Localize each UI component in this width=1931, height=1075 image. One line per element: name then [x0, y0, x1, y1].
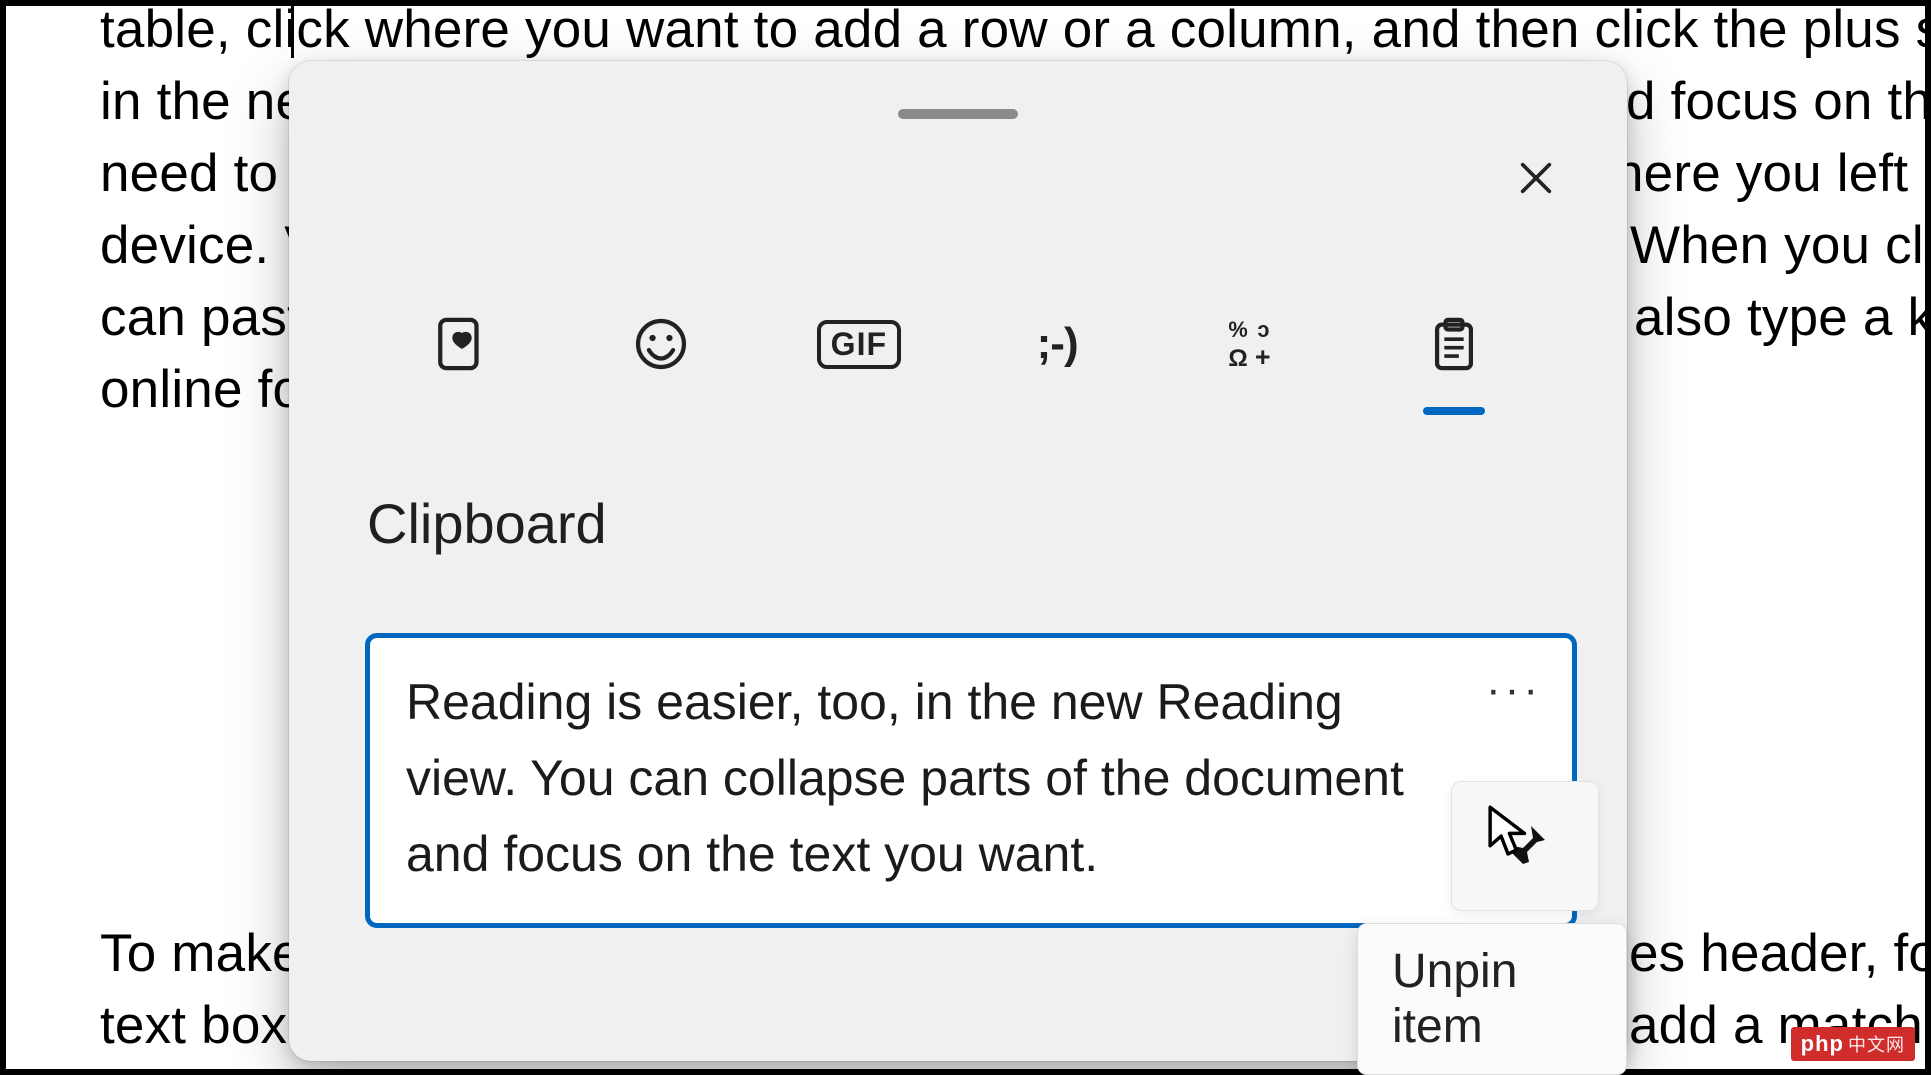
watermark-brand: php: [1801, 1031, 1844, 1057]
tab-clipboard[interactable]: [1379, 299, 1529, 389]
symbols-icon: % ᴐ Ω +: [1226, 315, 1284, 373]
heart-card-icon: [433, 315, 491, 373]
watermark-suffix: 中文网: [1848, 1031, 1905, 1057]
unpin-tooltip: Unpin item: [1357, 923, 1627, 1075]
doc-line-6-left: online fo: [100, 354, 302, 426]
drag-handle[interactable]: [898, 109, 1018, 119]
svg-text:%: %: [1229, 317, 1248, 342]
doc-line-5-left: can past: [100, 282, 302, 354]
doc-line-8-left: text box: [100, 990, 287, 1062]
close-button[interactable]: [1497, 139, 1575, 217]
tab-recent[interactable]: [387, 299, 537, 389]
pin-icon: [1501, 822, 1549, 870]
tab-kaomoji[interactable]: ;-): [982, 299, 1132, 389]
text-caret: [291, 0, 294, 58]
doc-line-5-right: also type a ke: [1634, 282, 1931, 354]
smile-icon: [632, 315, 690, 373]
section-title: Clipboard: [367, 491, 607, 556]
doc-line-7-right: es header, foot: [1629, 918, 1931, 990]
clipboard-item-more-button[interactable]: ···: [1484, 660, 1544, 720]
svg-text:+: +: [1255, 342, 1271, 372]
doc-line-3-right: here you left o: [1614, 138, 1931, 210]
clipboard-item-text: Reading is easier, too, in the new Readi…: [406, 664, 1452, 892]
tab-emoji[interactable]: [586, 299, 736, 389]
tab-symbols[interactable]: % ᴐ Ω +: [1180, 299, 1330, 389]
doc-line-3-left: need to: [100, 138, 293, 210]
emoji-clipboard-panel: GIF ;-) % ᴐ Ω +: [289, 61, 1627, 1061]
gif-icon: GIF: [817, 320, 901, 369]
close-icon: [1516, 158, 1556, 198]
doc-line-2-left: in the ne: [100, 66, 305, 138]
panel-tabbar: GIF ;-) % ᴐ Ω +: [339, 284, 1577, 404]
unpin-button[interactable]: [1451, 781, 1599, 911]
tab-gif[interactable]: GIF: [784, 299, 934, 389]
doc-line-4-left: device. V: [100, 210, 320, 282]
more-icon: ···: [1486, 665, 1542, 715]
svg-text:ᴐ: ᴐ: [1258, 317, 1270, 342]
clipboard-item[interactable]: Reading is easier, too, in the new Readi…: [365, 633, 1577, 928]
kaomoji-icon: ;-): [1037, 319, 1078, 369]
doc-line-1: table, click where you want to add a row…: [100, 0, 1931, 66]
clipboard-icon: [1425, 315, 1483, 373]
doc-line-2-right: d focus on the: [1626, 66, 1931, 138]
watermark: php 中文网: [1791, 1027, 1915, 1061]
doc-line-7-left: To make: [100, 918, 302, 990]
doc-line-4-right: When you clic: [1630, 210, 1931, 282]
svg-text:Ω: Ω: [1229, 345, 1248, 372]
